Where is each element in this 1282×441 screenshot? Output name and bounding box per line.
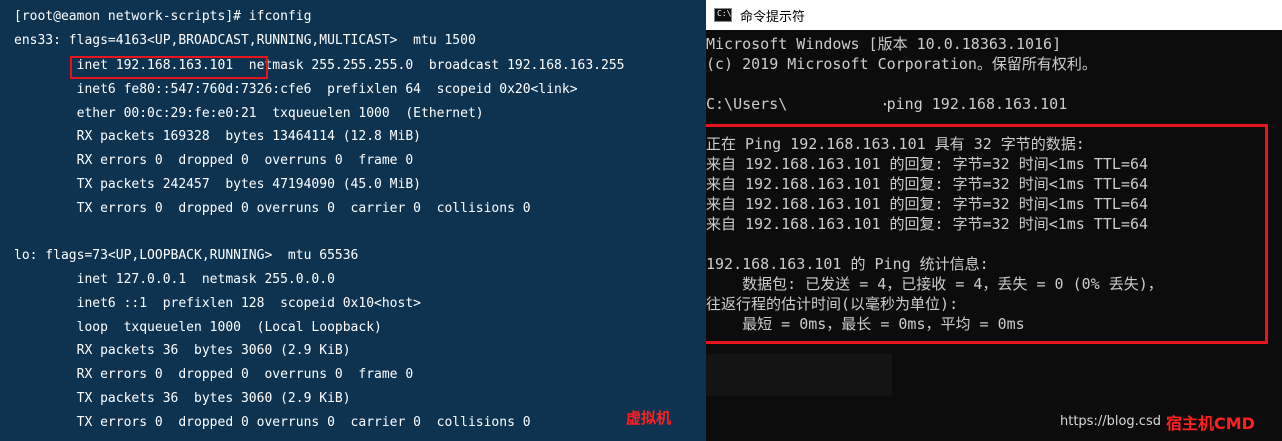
terminal-line: TX packets 242457 bytes 47194090 (45.0 M…: [14, 177, 421, 192]
terminal-line: TX errors 0 dropped 0 overruns 0 carrier…: [14, 415, 531, 430]
terminal-line: RX errors 0 dropped 0 overruns 0 frame 0: [14, 153, 414, 168]
linux-terminal[interactable]: [root@eamon network-scripts]# ifconfig e…: [0, 0, 706, 441]
terminal-prompt-line: [root@eamon network-scripts]# ifconfig: [14, 9, 312, 24]
terminal-line: ens33: flags=4163<UP,BROADCAST,RUNNING,M…: [14, 33, 476, 48]
terminal-line: inet 127.0.0.1 netmask 255.0.0.0: [14, 272, 335, 287]
vm-annotation-label: 虚拟机: [626, 409, 672, 427]
redacted-bar: [706, 354, 892, 396]
cmd-titlebar[interactable]: C:\ 命令提示符: [706, 0, 1282, 30]
terminal-line: ether 00:0c:29:fe:e0:21 txqueuelen 1000 …: [14, 106, 484, 121]
terminal-line: loop txqueuelen 1000 (Local Loopback): [14, 320, 382, 335]
cmd-window-title: 命令提示符: [740, 10, 806, 25]
cmd-app-icon: C:\: [714, 8, 732, 22]
terminal-line: RX errors 0 dropped 0 overruns 0 frame 0: [14, 367, 414, 382]
terminal-line: TX errors 0 dropped 0 overruns 0 carrier…: [14, 201, 531, 216]
cmd-command-line: C:\Users\ >ping 192.168.163.101: [706, 95, 1068, 113]
inet-highlight-box: [70, 56, 268, 79]
terminal-line: lo: flags=73<UP,LOOPBACK,RUNNING> mtu 65…: [14, 248, 359, 263]
ping-result-highlight-box: [706, 124, 1268, 344]
cmd-window[interactable]: C:\ 命令提示符 Microsoft Windows [版本 10.0.183…: [706, 0, 1282, 441]
terminal-line: RX packets 36 bytes 3060 (2.9 KiB): [14, 343, 351, 358]
cmd-line: Microsoft Windows [版本 10.0.18363.1016]: [706, 35, 1062, 53]
terminal-line: RX packets 169328 bytes 13464114 (12.8 M…: [14, 129, 421, 144]
watermark-text: https://blog.csd: [1060, 414, 1161, 429]
terminal-line: TX packets 36 bytes 3060 (2.9 KiB): [14, 391, 351, 406]
terminal-line: inet6 fe80::547:760d:7326:cfe6 prefixlen…: [14, 82, 578, 97]
redacted-username: [798, 94, 884, 116]
host-annotation-label: 宿主机CMD: [1166, 414, 1255, 433]
cmd-line: (c) 2019 Microsoft Corporation。保留所有权利。: [706, 55, 1097, 73]
terminal-line: inet6 ::1 prefixlen 128 scopeid 0x10<hos…: [14, 296, 421, 311]
